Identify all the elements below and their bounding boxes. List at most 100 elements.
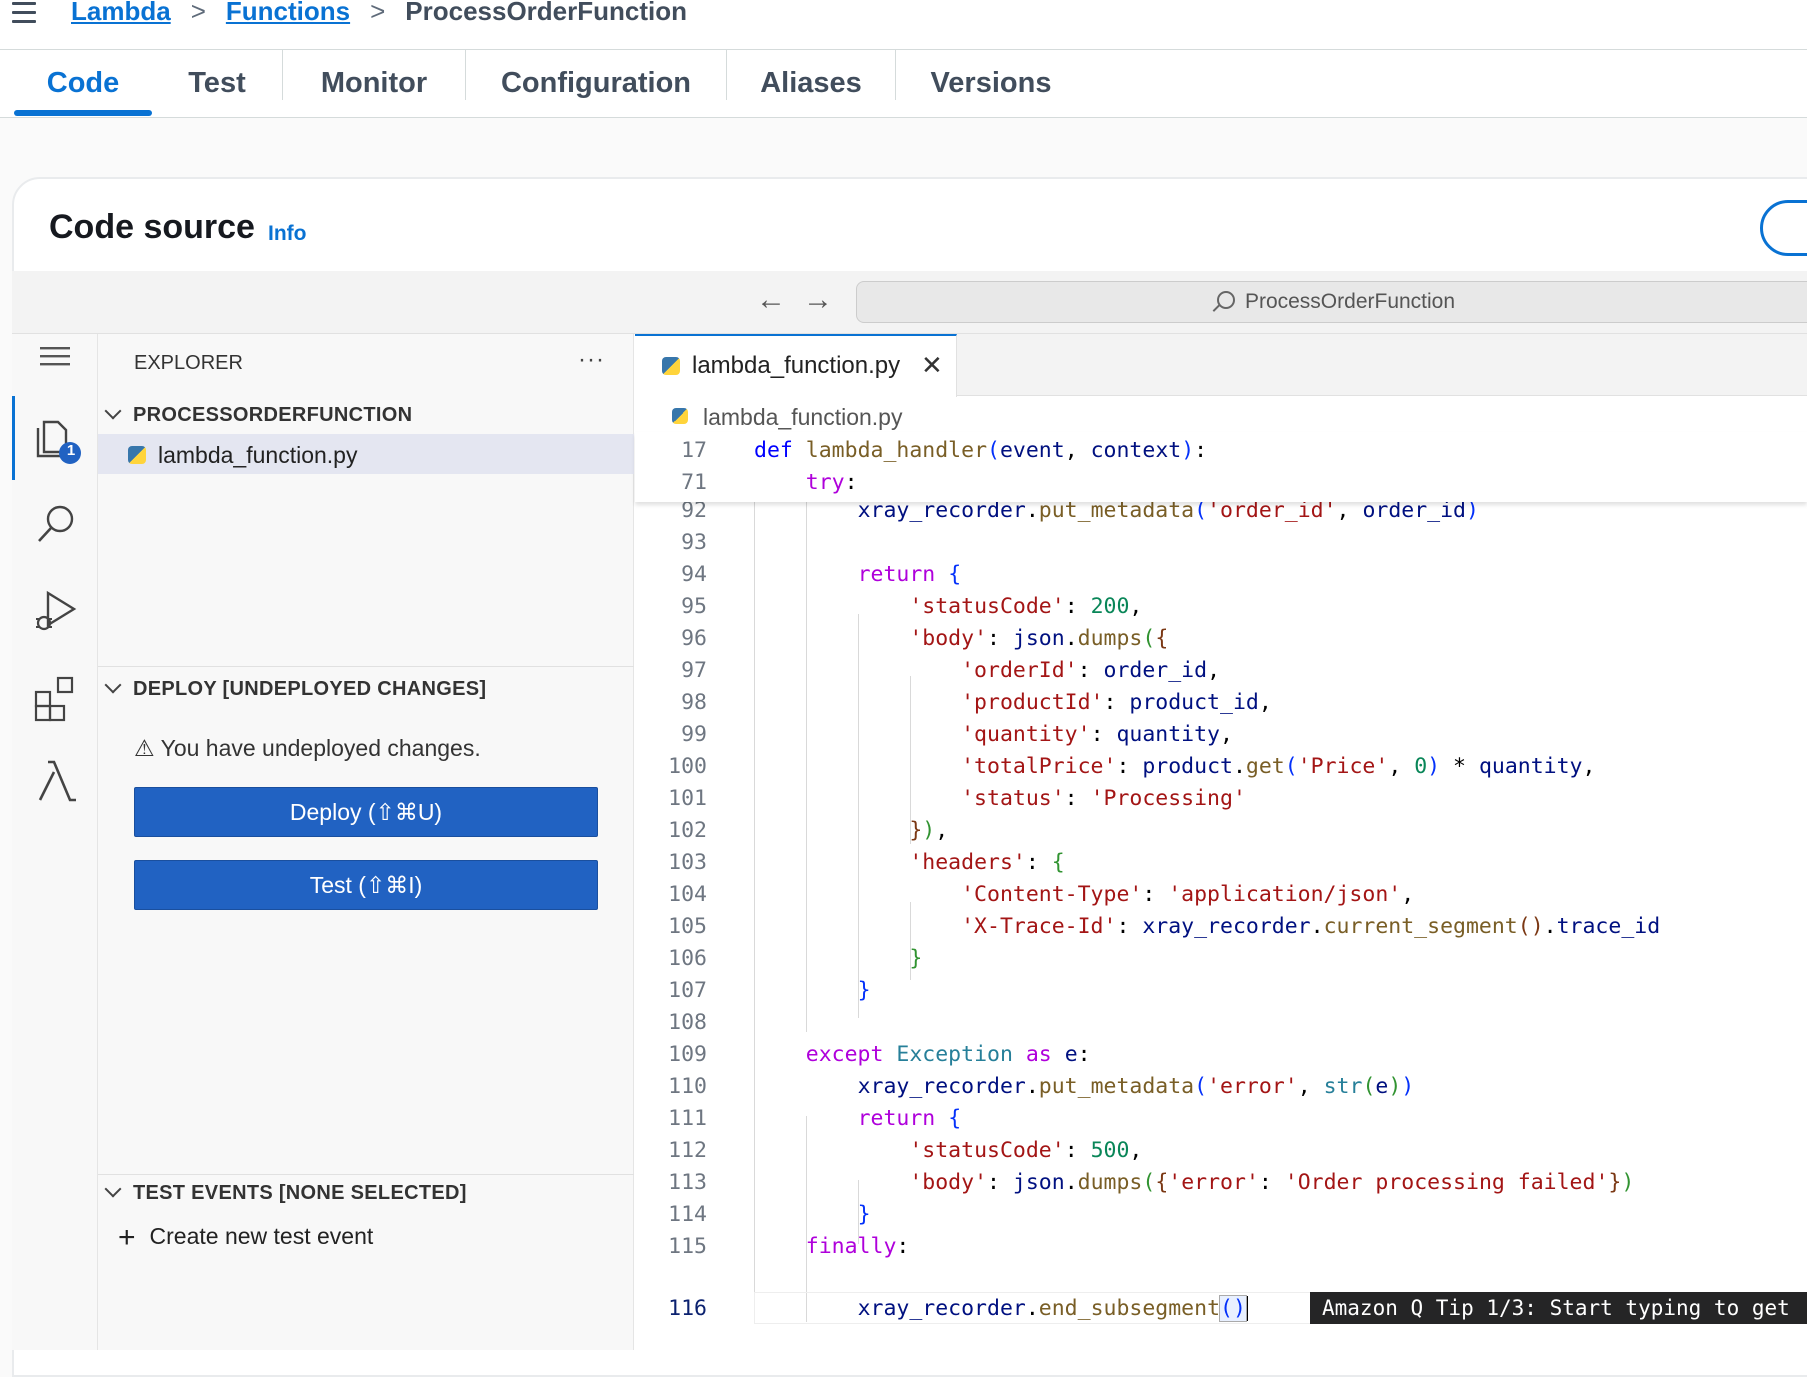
code-line[interactable]: 'productId': product_id, <box>754 690 1272 715</box>
editor-breadcrumb[interactable]: lambda_function.py <box>703 404 902 431</box>
code-line[interactable]: 'quantity': quantity, <box>754 722 1233 747</box>
menu-icon[interactable] <box>36 337 76 377</box>
code-line[interactable]: 'Content-Type': 'application/json', <box>754 882 1414 907</box>
tab-monitor[interactable]: Monitor <box>283 50 465 116</box>
test-button[interactable]: Test (⇧⌘I) <box>134 860 598 910</box>
code-line[interactable]: } <box>754 1202 871 1227</box>
warning-icon: ⚠ <box>134 735 161 761</box>
test-events-section-header[interactable]: TEST EVENTS [NONE SELECTED] <box>104 1180 467 1205</box>
tab-configuration[interactable]: Configuration <box>466 50 726 116</box>
code-line[interactable]: try: <box>754 470 858 495</box>
amazon-q-tip: Amazon Q Tip 1/3: Start typing to get <box>1310 1292 1807 1324</box>
explorer-badge: 1 <box>66 442 76 459</box>
search-icon[interactable] <box>30 497 84 551</box>
code-line[interactable]: 'X-Trace-Id': xray_recorder.current_segm… <box>754 914 1660 939</box>
code-line[interactable]: 'totalPrice': product.get('Price', 0) * … <box>754 754 1595 779</box>
close-icon[interactable]: ✕ <box>921 350 943 381</box>
code-line[interactable]: }), <box>754 818 948 843</box>
line-number: 113 <box>668 1170 707 1195</box>
activity-bar <box>12 334 98 1350</box>
tab-versions[interactable]: Versions <box>896 50 1086 116</box>
tab-code[interactable]: Code <box>14 50 152 116</box>
line-number: 101 <box>668 786 707 811</box>
code-line[interactable]: def lambda_handler(event, context): <box>754 438 1207 463</box>
test-events-label: TEST EVENTS [NONE SELECTED] <box>133 1182 467 1204</box>
line-number: 105 <box>668 914 707 939</box>
line-number: 100 <box>668 754 707 779</box>
deploy-button[interactable]: Deploy (⇧⌘U) <box>134 787 598 837</box>
run-debug-icon[interactable] <box>30 583 84 637</box>
chevron-right-icon: > <box>370 0 386 26</box>
function-tabs: Code Test Monitor Configuration Aliases … <box>0 50 1807 118</box>
search-icon <box>1216 291 1235 309</box>
python-file-icon <box>662 357 680 375</box>
command-search[interactable]: ProcessOrderFunction <box>856 281 1807 323</box>
code-line[interactable]: 'status': 'Processing' <box>754 786 1246 811</box>
line-number: 106 <box>668 946 707 971</box>
project-name: PROCESSORDERFUNCTION <box>133 404 413 426</box>
deploy-section-label: DEPLOY [UNDEPLOYED CHANGES] <box>133 678 487 700</box>
line-number: 112 <box>668 1138 707 1163</box>
search-text: ProcessOrderFunction <box>1244 290 1456 313</box>
code-line[interactable]: except Exception as e: <box>754 1042 1091 1067</box>
breadcrumb-functions[interactable]: Functions <box>226 0 350 27</box>
more-actions-icon[interactable]: ··· <box>578 346 605 374</box>
line-number: 93 <box>681 530 707 555</box>
line-number: 116 <box>668 1296 707 1321</box>
create-test-event-link[interactable]: + Create new test event <box>118 1218 373 1254</box>
menu-icon[interactable] <box>8 0 38 26</box>
code-line[interactable]: 'orderId': order_id, <box>754 658 1220 683</box>
breadcrumb-lambda[interactable]: Lambda <box>71 0 171 27</box>
open-in-button[interactable] <box>1760 200 1807 256</box>
code-line[interactable]: return { <box>754 1106 962 1131</box>
indent-guide <box>754 502 755 1322</box>
line-number: 107 <box>668 978 707 1003</box>
line-number: 115 <box>668 1234 707 1259</box>
line-number: 99 <box>681 722 707 747</box>
line-number: 71 <box>681 470 707 495</box>
code-line[interactable]: 'body': json.dumps({ <box>754 626 1168 651</box>
deploy-section-header[interactable]: DEPLOY [UNDEPLOYED CHANGES] <box>104 676 487 701</box>
active-tab-indicator <box>14 110 152 116</box>
code-line[interactable]: return { <box>754 562 962 587</box>
project-folder[interactable]: PROCESSORDERFUNCTION <box>104 402 413 427</box>
extensions-icon[interactable] <box>30 670 84 724</box>
line-number: 95 <box>681 594 707 619</box>
line-number: 17 <box>681 438 707 463</box>
section-divider <box>98 666 634 667</box>
code-line[interactable]: } <box>754 978 871 1003</box>
lambda-icon[interactable] <box>30 754 84 808</box>
python-file-icon <box>128 446 146 464</box>
info-link[interactable]: Info <box>268 222 306 246</box>
line-number: 94 <box>681 562 707 587</box>
code-line[interactable]: finally: <box>754 1234 910 1259</box>
breadcrumb: Lambda > Functions > ProcessOrderFunctio… <box>71 0 687 27</box>
section-divider <box>98 1174 634 1175</box>
warning-text: You have undeployed changes. <box>160 735 481 761</box>
line-number: 109 <box>668 1042 707 1067</box>
line-number: 96 <box>681 626 707 651</box>
top-bar: Lambda > Functions > ProcessOrderFunctio… <box>0 0 1807 50</box>
code-line[interactable]: 'statusCode': 500, <box>754 1138 1142 1163</box>
line-number: 98 <box>681 690 707 715</box>
line-number: 114 <box>668 1202 707 1227</box>
code-line[interactable]: 'headers': { <box>754 850 1064 875</box>
back-arrow-icon[interactable]: ← <box>756 283 786 317</box>
file-name[interactable]: lambda_function.py <box>158 442 357 469</box>
code-line[interactable]: xray_recorder.end_subsegment() <box>754 1295 1248 1322</box>
tab-test[interactable]: Test <box>152 50 282 116</box>
chevron-down-icon <box>104 402 122 420</box>
code-line[interactable]: 'statusCode': 200, <box>754 594 1142 619</box>
tab-aliases[interactable]: Aliases <box>727 50 895 116</box>
code-line[interactable]: 'body': json.dumps({'error': 'Order proc… <box>754 1170 1634 1195</box>
code-line[interactable]: xray_recorder.put_metadata('error', str(… <box>754 1074 1415 1099</box>
line-number: 103 <box>668 850 707 875</box>
line-number: 104 <box>668 882 707 907</box>
code-source-title: Code source <box>49 208 255 246</box>
editor-tab-label[interactable]: lambda_function.py <box>692 352 900 380</box>
line-number: 97 <box>681 658 707 683</box>
forward-arrow-icon[interactable]: → <box>803 283 833 317</box>
undeployed-warning: ⚠ You have undeployed changes. <box>134 735 481 762</box>
breadcrumb-current: ProcessOrderFunction <box>405 0 688 26</box>
code-line[interactable]: } <box>754 946 922 971</box>
